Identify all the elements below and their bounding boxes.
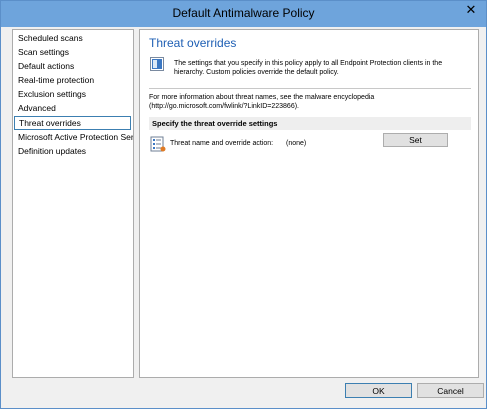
nav-item-default-actions[interactable]: Default actions xyxy=(13,59,133,73)
close-button[interactable]: ✕ xyxy=(461,1,481,19)
settings-nav-list[interactable]: Scheduled scans Scan settings Default ac… xyxy=(12,29,134,378)
title-bar[interactable]: Default Antimalware Policy ✕ xyxy=(1,1,486,27)
nav-item-maps[interactable]: Microsoft Active Protection Service xyxy=(13,130,133,144)
nav-item-threat-overrides[interactable]: Threat overrides xyxy=(14,116,131,130)
dialog-window: Default Antimalware Policy ✕ Scheduled s… xyxy=(0,0,487,409)
checklist-icon xyxy=(150,136,166,152)
nav-item-advanced[interactable]: Advanced xyxy=(13,101,133,115)
window-title: Default Antimalware Policy xyxy=(172,6,315,20)
cancel-button[interactable]: Cancel xyxy=(417,383,484,398)
nav-item-definition-updates[interactable]: Definition updates xyxy=(13,144,133,158)
threat-override-value: (none) xyxy=(286,140,307,147)
nav-item-real-time-protection[interactable]: Real-time protection xyxy=(13,73,133,87)
nav-item-scheduled-scans[interactable]: Scheduled scans xyxy=(13,31,133,45)
content-panel: Threat overrides The settings that you s… xyxy=(139,29,479,378)
nav-item-exclusion-settings[interactable]: Exclusion settings xyxy=(13,87,133,101)
close-icon: ✕ xyxy=(465,2,477,17)
page-title: Threat overrides xyxy=(149,36,237,50)
ok-button[interactable]: OK xyxy=(345,383,412,398)
divider xyxy=(149,88,471,89)
nav-item-scan-settings[interactable]: Scan settings xyxy=(13,45,133,59)
encyclopedia-info-text: For more information about threat names,… xyxy=(149,94,375,110)
policy-info-text: The settings that you specify in this po… xyxy=(174,60,443,76)
policy-info-icon xyxy=(150,57,164,71)
override-settings-header: Specify the threat override settings xyxy=(149,117,471,130)
set-button[interactable]: Set xyxy=(383,133,448,147)
threat-override-label: Threat name and override action: xyxy=(170,140,274,147)
